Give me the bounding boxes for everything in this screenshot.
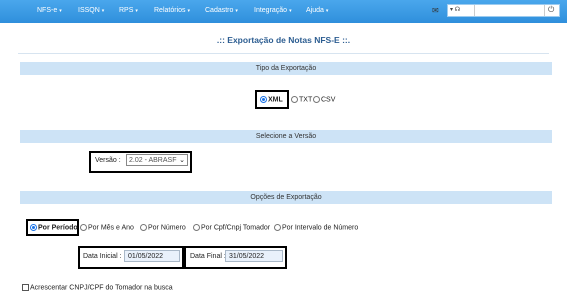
nav-integracao-label: Integração (254, 7, 288, 14)
radio-por-numero-label: Por Número (148, 224, 186, 232)
page-title: .:: Exportação de Notas NFS-E ::. (216, 35, 351, 45)
divider (474, 5, 475, 16)
radio-button[interactable] (313, 96, 320, 103)
radio-button[interactable] (274, 224, 281, 231)
search-box[interactable]: ▾ ☊ ⏻ (447, 4, 560, 17)
radio-por-periodo-label: Por Período (38, 224, 78, 232)
radio-txt[interactable]: TXT (291, 96, 312, 103)
chevron-down-icon: ⌄ (179, 157, 185, 164)
radio-por-mes-ano-label: Por Mês e Ano (88, 224, 134, 232)
data-final-label: Data Final : (190, 253, 226, 260)
caret-down-icon: ▾ (187, 8, 191, 14)
radio-button[interactable] (140, 224, 147, 231)
radio-button[interactable] (291, 96, 298, 103)
radio-txt-label: TXT (299, 96, 313, 104)
nav-nfse[interactable]: NFS-e ▾ (37, 7, 62, 14)
radio-csv-label: CSV (321, 96, 336, 104)
radio-xml[interactable]: XML (260, 96, 283, 103)
checkbox-tomador-label: Acrescentar CNPJ/CPF do Tomador na busca (30, 284, 173, 292)
radio-button-selected[interactable] (30, 224, 37, 231)
caret-down-icon: ▾ (59, 8, 62, 14)
nav-issqn[interactable]: ISSQN ▾ (78, 7, 104, 14)
section-tipo-exportacao: Tipo da Exportação (20, 62, 552, 75)
radio-por-numero[interactable]: Por Número (140, 224, 186, 231)
radio-por-cpf-cnpj-label: Por Cpf/Cnpj Tomador (201, 224, 271, 232)
caret-down-icon: ▾ (289, 8, 292, 14)
nav-cadastro[interactable]: Cadastro ▾ (205, 7, 238, 14)
radio-por-intervalo-label: Por Intervalo de Número (282, 224, 359, 232)
caret-down-icon: ▾ (325, 8, 329, 14)
mail-icon[interactable]: ✉ (432, 6, 439, 15)
radio-button[interactable] (193, 224, 200, 231)
caret-down-icon: ▾ (101, 8, 105, 14)
nav-issqn-label: ISSQN (78, 7, 100, 14)
data-inicial-input[interactable]: 01/05/2022 (124, 250, 180, 262)
radio-button[interactable] (80, 224, 87, 231)
checkbox-tomador[interactable]: Acrescentar CNPJ/CPF do Tomador na busca (22, 284, 173, 291)
nav-relatorios[interactable]: Relatórios ▾ (154, 7, 190, 14)
headset-icon: ☊ (454, 7, 461, 13)
search-input[interactable] (476, 6, 542, 14)
data-final-input[interactable]: 31/05/2022 (225, 250, 283, 262)
nav-cadastro-label: Cadastro (205, 7, 234, 14)
nav-relatorios-label: Relatórios (154, 7, 186, 14)
data-inicial-label: Data Inicial : (83, 253, 122, 260)
checkbox[interactable] (22, 284, 29, 291)
nav-ajuda[interactable]: Ajuda ▾ (306, 7, 328, 14)
radio-button-selected[interactable] (260, 96, 267, 103)
nav-rps-label: RPS (119, 7, 134, 14)
divider (544, 5, 545, 16)
top-navbar: NFS-e ▾ ISSQN ▾ RPS ▾ Relatórios ▾ Cadastro ▾… (0, 0, 567, 23)
nav-rps[interactable]: RPS ▾ (119, 7, 138, 14)
support-dropdown[interactable]: ▾ ☊ (450, 6, 460, 13)
nav-ajuda-label: Ajuda (306, 7, 324, 14)
radio-xml-label: XML (268, 96, 283, 104)
section-opcoes: Opções de Exportação (20, 191, 552, 204)
versao-select-value: 2.02 - ABRASF (129, 157, 177, 164)
radio-por-periodo[interactable]: Por Período (30, 224, 78, 231)
title-divider (18, 53, 549, 54)
caret-down-icon: ▾ (135, 8, 138, 14)
nav-integracao[interactable]: Integração ▾ (254, 7, 292, 14)
radio-por-mes-ano[interactable]: Por Mês e Ano (80, 224, 134, 231)
section-versao: Selecione a Versão (20, 130, 552, 143)
nav-nfse-label: NFS-e (37, 7, 58, 14)
radio-por-cpf-cnpj[interactable]: Por Cpf/Cnpj Tomador (193, 224, 270, 231)
power-icon[interactable]: ⏻ (548, 5, 554, 15)
radio-csv[interactable]: CSV (313, 96, 335, 103)
versao-label: Versão : (95, 157, 121, 164)
radio-por-intervalo[interactable]: Por Intervalo de Número (274, 224, 358, 231)
versao-select[interactable]: 2.02 - ABRASF ⌄ (126, 154, 188, 166)
caret-down-icon: ▾ (235, 8, 238, 14)
